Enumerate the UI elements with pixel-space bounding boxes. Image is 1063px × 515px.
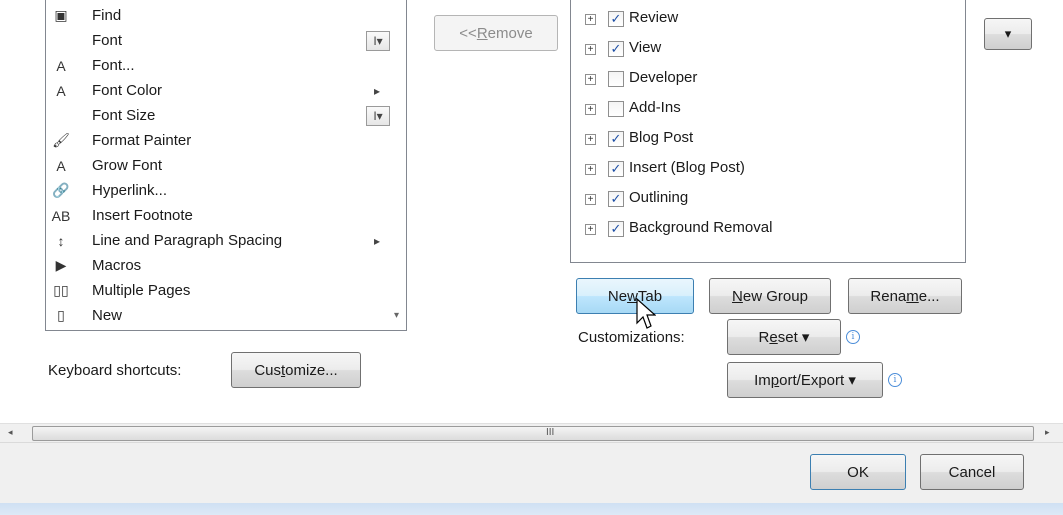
hyperlink-icon: 🔗 [52,182,70,198]
tab-checkbox[interactable]: ✓ [608,131,624,147]
ribbon-tab-item[interactable]: + Developer [571,67,951,95]
ribbon-tab-label: Developer [629,69,698,86]
command-item[interactable]: ▣ Find [46,3,366,28]
macros-icon: ▶ [55,257,67,273]
combo-box-icon: I▾ [366,30,390,51]
customizations-label: Customizations: [578,329,685,346]
command-label: Grow Font [92,157,163,174]
command-item[interactable]: Font I▾ [46,28,390,53]
command-label: Line and Paragraph Spacing [92,232,283,249]
multiple-pages-icon: ▯▯ [53,282,69,298]
command-item[interactable]: A Grow Font [46,153,366,178]
line-spacing-icon: ↕ [57,232,65,249]
expand-icon[interactable]: + [585,74,596,85]
command-label: New [92,307,123,324]
tab-checkbox[interactable]: ✓ [608,191,624,207]
command-label: Hyperlink... [92,182,168,199]
ribbon-tab-item[interactable]: + ✓ Review [571,7,951,35]
window-bottom-border [0,503,1063,515]
ribbon-tab-item[interactable]: + Add-Ins [571,97,951,125]
scrollbar-thumb[interactable]: III [32,426,1034,441]
rename-button[interactable]: Rena m e... [848,278,962,314]
command-item[interactable]: ↕ Line and Paragraph Spacing ▸ [46,228,381,253]
ribbon-tab-item[interactable]: + ✓ View [571,37,951,65]
combo-box-icon: I▾ [366,105,390,126]
cancel-button[interactable]: Cancel [920,454,1024,490]
expand-icon[interactable]: + [585,104,596,115]
ribbon-tab-item[interactable]: + ✓ Outlining [571,187,951,215]
ribbon-tab-label: View [629,39,662,56]
grow-font-icon: A [56,157,66,174]
command-item[interactable]: ▶ Macros [46,253,366,278]
command-item[interactable]: Font Size I▾ [46,103,390,128]
new-group-button[interactable]: New Group [709,278,831,314]
chevron-down-icon: ▾ [1004,26,1012,41]
command-label: Format Painter [92,132,192,149]
paintbrush-icon: 🖌 [52,132,70,148]
commands-list[interactable]: ▣ Find Font I▾ A Font... A Font Color ▸ Font Size… [45,0,407,331]
new-document-icon: ▯ [57,307,65,323]
command-item[interactable]: 🔗 Hyperlink... [46,178,366,203]
remove-button[interactable]: << Remove [434,15,558,51]
submenu-arrow-icon: ▸ [373,233,381,248]
mouse-cursor-icon [636,298,656,329]
ribbon-tab-label: Add-Ins [629,99,681,116]
ribbon-tabs-tree[interactable]: + ✓ Review + ✓ View + Developer + Add-Ins + ✓ Blog P… [570,0,966,263]
scroll-right-icon[interactable]: ▸ [1045,427,1050,438]
import-export-info-icon[interactable]: i [888,373,902,387]
ribbon-tab-label: Blog Post [629,129,694,146]
command-label: Font [92,32,123,49]
ribbon-tab-item[interactable]: + ✓ Background Removal [571,217,951,245]
command-label: Font Size [92,107,156,124]
ribbon-tab-label: Insert (Blog Post) [629,159,745,176]
expand-icon[interactable]: + [585,44,596,55]
move-down-dropdown-button[interactable]: ▾ [984,18,1032,50]
tab-checkbox[interactable]: ✓ [608,41,624,57]
tab-checkbox[interactable]: ✓ [608,11,624,27]
scroll-grip-icon: III [546,427,555,438]
reset-info-icon[interactable]: i [846,330,860,344]
ribbon-tab-label: Background Removal [629,219,773,236]
tab-checkbox[interactable] [608,71,624,87]
horizontal-scrollbar[interactable]: ◂ III ▸ [0,423,1063,442]
footnote-icon: AB [51,207,71,224]
tab-checkbox[interactable] [608,101,624,117]
command-label: Font... [92,57,135,74]
expand-icon[interactable]: + [585,134,596,145]
tab-checkbox[interactable]: ✓ [608,221,624,237]
customize-button[interactable]: Cus t omize... [231,352,361,388]
command-item[interactable]: ▯ New [46,303,366,328]
command-item[interactable]: AB Insert Footnote [46,203,366,228]
ribbon-tab-item[interactable]: + ✓ Blog Post [571,127,951,155]
list-scroll-down-icon[interactable]: ▾ [394,310,399,321]
binoculars-icon: ▣ [54,7,68,23]
new-tab-button[interactable]: Ne w Tab [576,278,694,314]
expand-icon[interactable]: + [585,164,596,175]
ribbon-tab-label: Outlining [629,189,689,206]
ribbon-tab-item[interactable]: + ✓ Insert (Blog Post) [571,157,951,185]
command-item[interactable]: 🖌 Format Painter [46,128,366,153]
command-label: Multiple Pages [92,282,191,299]
submenu-arrow-icon: ▸ [373,83,381,98]
expand-icon[interactable]: + [585,14,596,25]
import-export-button[interactable]: Im p ort/Export ▾ [727,362,883,398]
command-label: Insert Footnote [92,207,193,224]
tab-checkbox[interactable]: ✓ [608,161,624,177]
keyboard-shortcuts-label: Keyboard shortcuts: [48,362,182,379]
command-item[interactable]: A Font Color ▸ [46,78,380,103]
ribbon-tab-label: Review [629,9,679,26]
command-label: Macros [92,257,142,274]
ok-button[interactable]: OK [810,454,906,490]
expand-icon[interactable]: + [585,224,596,235]
command-label: Find [92,7,122,24]
command-item[interactable]: ▯▯ Multiple Pages [46,278,366,303]
font-dialog-icon: A [56,57,66,74]
font-color-icon: A [56,82,66,99]
reset-button[interactable]: Re set ▾ [727,319,841,355]
command-label: Font Color [92,82,163,99]
command-item[interactable]: A Font... [46,53,366,78]
scroll-left-icon[interactable]: ◂ [8,427,13,438]
expand-icon[interactable]: + [585,194,596,205]
